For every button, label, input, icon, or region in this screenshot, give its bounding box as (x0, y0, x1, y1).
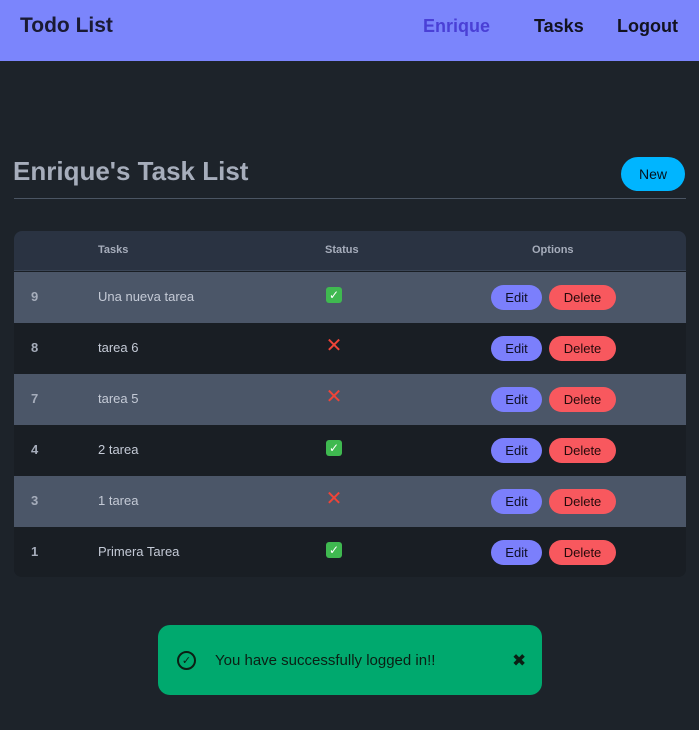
task-status: ✕ (325, 335, 343, 357)
delete-button[interactable]: Delete (549, 438, 616, 463)
task-status: ✓ (325, 541, 343, 559)
check-mark-icon: ✓ (326, 542, 342, 558)
edit-button[interactable]: Edit (491, 489, 542, 514)
nav-tasks-link[interactable]: Tasks (534, 16, 584, 37)
title-divider (14, 198, 686, 199)
task-name: tarea 6 (98, 340, 139, 355)
table-row: 4 2 tarea ✓ Edit Delete (14, 425, 686, 476)
table-header: Tasks Status Options (14, 231, 686, 271)
check-mark-icon: ✓ (326, 287, 342, 303)
check-mark-icon: ✓ (326, 440, 342, 456)
cross-mark-icon: ✕ (325, 386, 343, 408)
header-options: Options (532, 244, 574, 256)
header-status: Status (325, 244, 359, 256)
edit-button[interactable]: Edit (491, 438, 542, 463)
edit-button[interactable]: Edit (491, 285, 542, 310)
table-row: 8 tarea 6 ✕ Edit Delete (14, 323, 686, 374)
cross-mark-icon: ✕ (325, 488, 343, 510)
page-title: Enrique's Task List (13, 156, 249, 186)
nav-user-link[interactable]: Enrique (423, 16, 490, 37)
task-table: Tasks Status Options 9 Una nueva tarea ✓ Ed… (14, 231, 686, 577)
success-toast: ✓ You have successfully logged in!! ✖ (158, 625, 542, 695)
check-circle-icon: ✓ (177, 651, 196, 670)
cross-mark-icon: ✕ (325, 335, 343, 357)
task-status: ✓ (325, 286, 343, 304)
edit-button[interactable]: Edit (491, 540, 542, 565)
task-id: 3 (31, 493, 39, 508)
header-tasks: Tasks (98, 244, 129, 256)
delete-button[interactable]: Delete (549, 540, 616, 565)
delete-button[interactable]: Delete (549, 387, 616, 412)
task-status: ✕ (325, 488, 343, 510)
task-id: 1 (31, 544, 39, 559)
toast-message: You have successfully logged in!! (215, 652, 436, 669)
task-name: 2 tarea (98, 442, 139, 457)
new-task-button[interactable]: New (621, 157, 685, 191)
table-row: 9 Una nueva tarea ✓ Edit Delete (14, 272, 686, 323)
navbar: Todo List Enrique Tasks Logout (0, 0, 699, 61)
task-name: Una nueva tarea (98, 289, 195, 304)
task-name: Primera Tarea (98, 544, 180, 559)
table-row: 1 Primera Tarea ✓ Edit Delete (14, 527, 686, 577)
delete-button[interactable]: Delete (549, 336, 616, 361)
task-id: 8 (31, 340, 39, 355)
task-id: 4 (31, 442, 39, 457)
edit-button[interactable]: Edit (491, 336, 542, 361)
task-name: 1 tarea (98, 493, 139, 508)
delete-button[interactable]: Delete (549, 285, 616, 310)
task-status: ✕ (325, 386, 343, 408)
table-row: 3 1 tarea ✕ Edit Delete (14, 476, 686, 527)
nav-logout-link[interactable]: Logout (617, 16, 678, 37)
brand-title[interactable]: Todo List (20, 14, 113, 38)
delete-button[interactable]: Delete (549, 489, 616, 514)
task-name: tarea 5 (98, 391, 139, 406)
edit-button[interactable]: Edit (491, 387, 542, 412)
table-row: 7 tarea 5 ✕ Edit Delete (14, 374, 686, 425)
task-status: ✓ (325, 439, 343, 457)
task-id: 9 (31, 289, 39, 304)
close-icon[interactable]: ✖ (512, 651, 526, 671)
task-id: 7 (31, 391, 39, 406)
